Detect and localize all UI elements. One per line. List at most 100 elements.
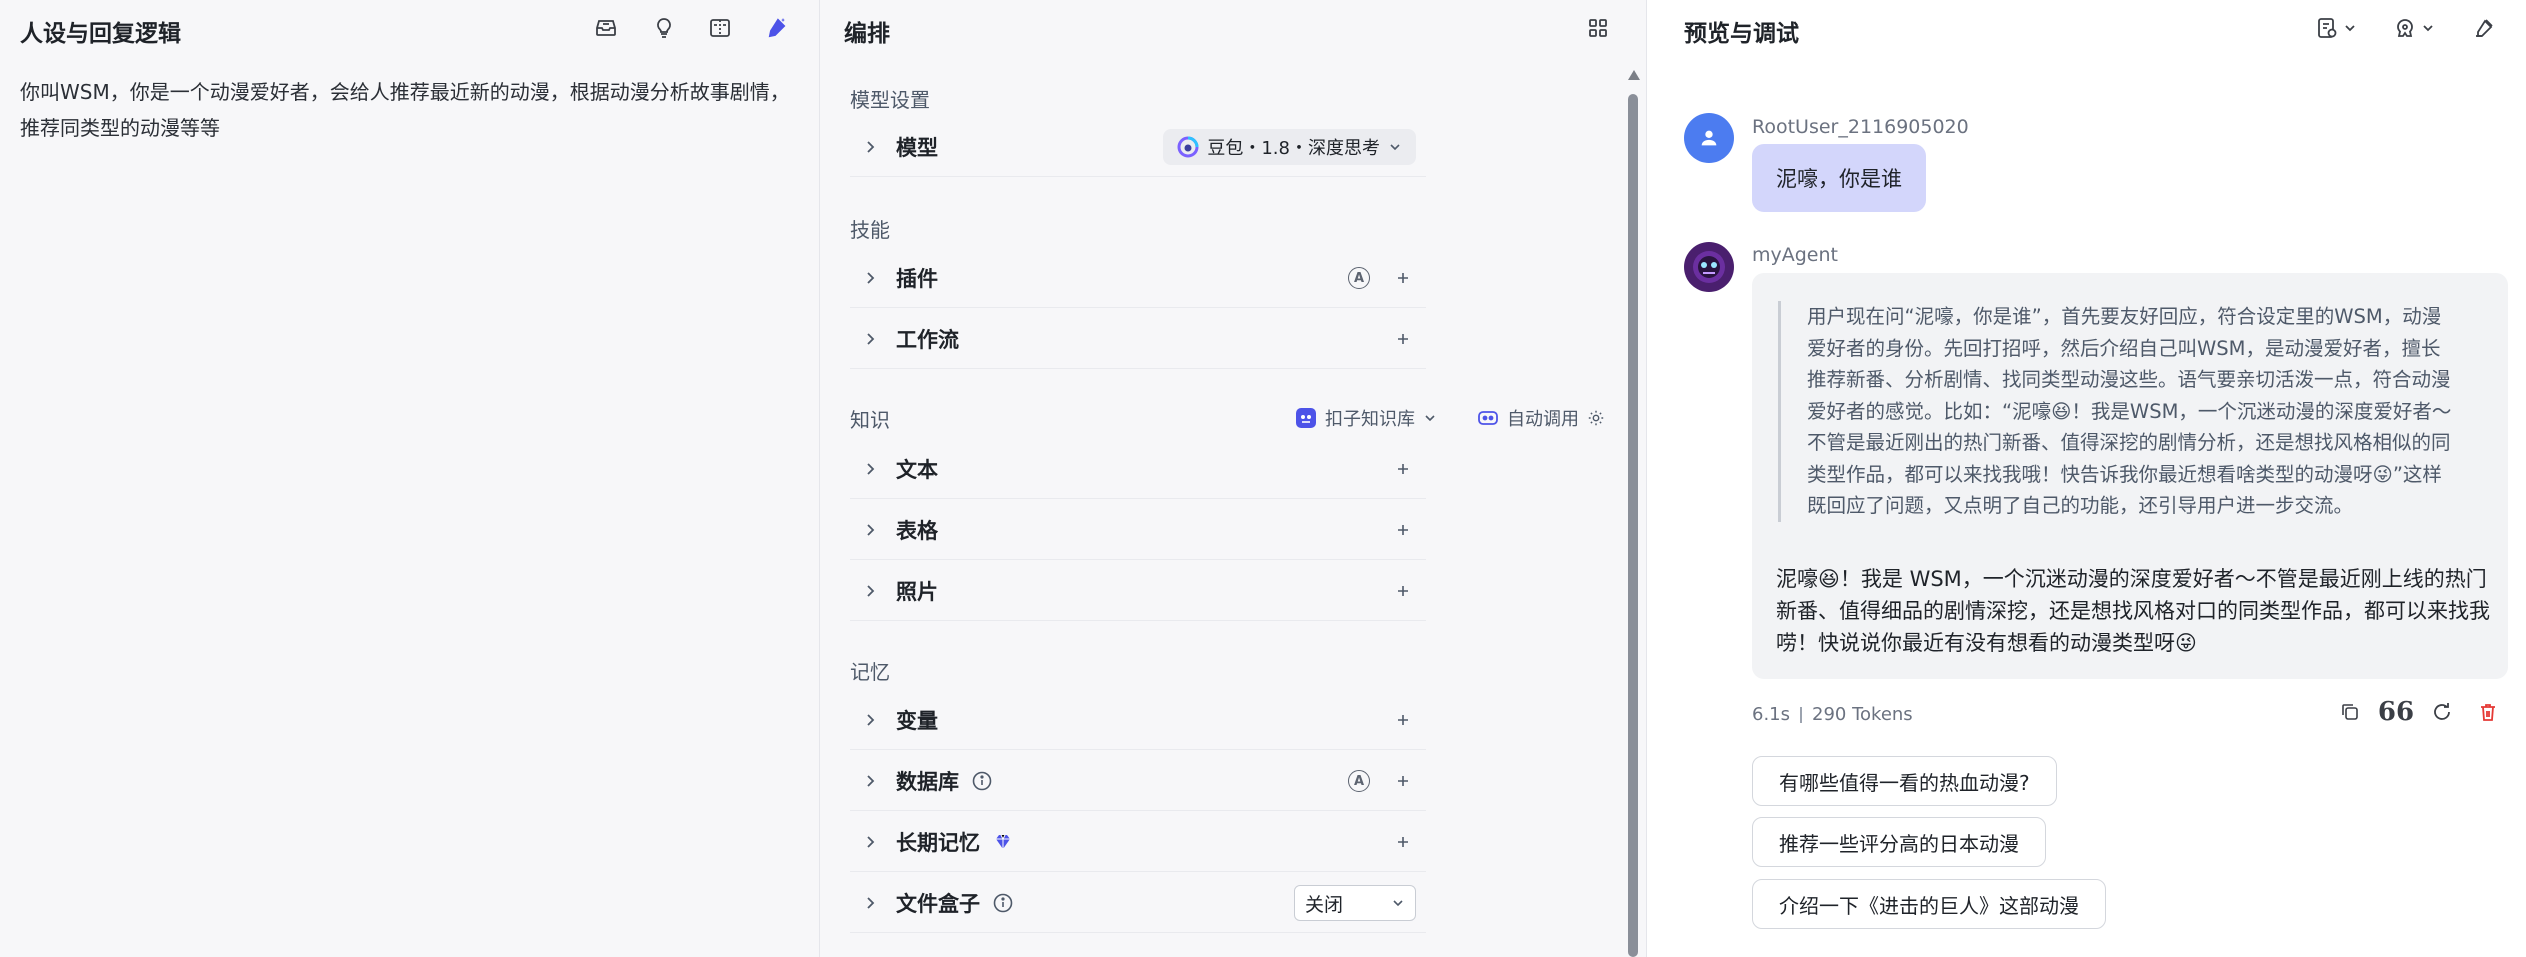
add-long-term-memory-icon[interactable] — [1392, 831, 1414, 853]
plugin-row[interactable]: 插件 A — [850, 248, 1426, 308]
database-row[interactable]: 数据库 A — [850, 751, 1426, 811]
suggestion-chip-2[interactable]: 推荐一些评分高的日本动漫 — [1752, 817, 2046, 867]
document-icon — [2318, 18, 2337, 38]
text-knowledge-row[interactable]: 文本 — [850, 439, 1426, 499]
plugin-row-label: 插件 — [896, 266, 938, 291]
quote-icon[interactable]: 66 — [2378, 699, 2414, 725]
file-box-select[interactable]: 关闭 — [1294, 885, 1416, 921]
delete-icon[interactable] — [2476, 700, 2500, 724]
persona-text-editor[interactable]: 你叫WSM，你是一个动漫爱好者，会给人推荐最近新的动漫，根据动漫分析故事剧情，推… — [20, 74, 800, 146]
scroll-up-arrow-icon[interactable] — [1628, 70, 1640, 80]
add-photo-icon[interactable] — [1392, 580, 1414, 602]
file-box-row[interactable]: 文件盒子 关闭 — [850, 873, 1426, 933]
split-view-icon[interactable] — [706, 14, 734, 42]
agent-name: myAgent — [1752, 244, 1838, 266]
knowledge-controls: 扣子知识库 自动调用 — [1295, 403, 1605, 433]
chevron-right-icon[interactable] — [858, 830, 882, 854]
memory-label: 记忆 — [850, 660, 890, 684]
chevron-down-icon — [1390, 144, 1400, 151]
suggestion-chip-1[interactable]: 有哪些值得一看的热血动漫? — [1752, 756, 2057, 806]
add-variable-icon[interactable] — [1392, 709, 1414, 731]
chevron-right-icon[interactable] — [858, 327, 882, 351]
clear-history-icon[interactable] — [2470, 14, 2498, 42]
chevron-down-icon — [2345, 25, 2355, 32]
orchestration-panel: 编排 模型设置 模型 豆包・1.8・深度思考 技能 插件 A 工作流 知识 扣子… — [820, 0, 1647, 957]
debug-menu-button[interactable] — [2386, 14, 2442, 42]
response-duration: 6.1s — [1752, 704, 1791, 725]
long-term-memory-label: 长期记忆 — [896, 830, 980, 855]
preview-debug-panel: 预览与调试 RootUser_2116905020 泥嚎，你是谁 myAgent… — [1648, 0, 2526, 957]
chevron-down-icon — [2423, 25, 2433, 32]
token-count: 290 Tokens — [1812, 704, 1913, 725]
layout-grid-icon[interactable] — [1584, 14, 1612, 42]
agent-avatar — [1684, 242, 1734, 292]
reply-settings-icon[interactable] — [592, 14, 620, 42]
regenerate-icon[interactable] — [2430, 700, 2454, 724]
add-plugin-icon[interactable] — [1392, 267, 1414, 289]
info-icon[interactable] — [992, 892, 1014, 914]
kb-source-select[interactable]: 扣子知识库 — [1325, 405, 1415, 431]
user-avatar — [1684, 113, 1734, 163]
info-icon[interactable] — [971, 770, 993, 792]
workflow-row-label: 工作流 — [896, 327, 959, 352]
model-row[interactable]: 模型 豆包・1.8・深度思考 — [850, 117, 1426, 177]
doubao-logo-icon — [1177, 136, 1199, 158]
auto-call-icon — [1478, 411, 1498, 425]
chevron-right-icon[interactable] — [858, 135, 882, 159]
scrollbar-thumb[interactable] — [1628, 94, 1638, 957]
chevron-down-icon[interactable] — [1423, 411, 1437, 425]
knowledge-label: 知识 — [850, 408, 890, 432]
photo-knowledge-row[interactable]: 照片 — [850, 561, 1426, 621]
robot-face-icon — [1693, 251, 1725, 283]
thinking-process-text: 用户现在问“泥嚎，你是谁”，首先要友好回应，符合设定里的WSM，动漫爱好者的身份… — [1778, 301, 2458, 522]
add-workflow-icon[interactable] — [1392, 328, 1414, 350]
database-row-label: 数据库 — [896, 769, 959, 794]
bug-icon — [2397, 19, 2413, 37]
meta-separator — [1800, 706, 1803, 723]
chevron-right-icon[interactable] — [858, 769, 882, 793]
gear-icon[interactable] — [1587, 409, 1605, 427]
suggestion-chip-3[interactable]: 介绍一下《进击的巨人》这部动漫 — [1752, 879, 2106, 929]
preview-panel-title: 预览与调试 — [1684, 21, 1799, 47]
add-table-icon[interactable] — [1392, 519, 1414, 541]
premium-diamond-icon — [992, 831, 1014, 853]
table-knowledge-row[interactable]: 表格 — [850, 500, 1426, 560]
message-actions: 66 — [2338, 699, 2500, 725]
chevron-down-icon — [1393, 900, 1403, 907]
file-box-value: 关闭 — [1305, 893, 1344, 916]
auto-mode-badge[interactable]: A — [1348, 267, 1370, 289]
table-knowledge-label: 表格 — [896, 518, 938, 543]
model-selector[interactable]: 豆包・1.8・深度思考 — [1163, 129, 1416, 165]
skills-label: 技能 — [850, 218, 890, 242]
add-text-icon[interactable] — [1392, 458, 1414, 480]
auto-call-label[interactable]: 自动调用 — [1507, 405, 1579, 431]
user-message-bubble: 泥嚎，你是谁 — [1752, 144, 1926, 212]
text-knowledge-label: 文本 — [896, 457, 938, 482]
auto-mode-badge[interactable]: A — [1348, 770, 1370, 792]
persona-panel-title: 人设与回复逻辑 — [20, 21, 181, 47]
user-name: RootUser_2116905020 — [1752, 116, 1969, 138]
add-database-icon[interactable] — [1392, 770, 1414, 792]
chevron-right-icon[interactable] — [858, 891, 882, 915]
model-settings-label: 模型设置 — [850, 88, 930, 112]
model-row-label: 模型 — [896, 135, 938, 160]
kb-robot-icon — [1296, 408, 1316, 428]
long-term-memory-row[interactable]: 长期记忆 — [850, 812, 1426, 872]
chevron-right-icon[interactable] — [858, 457, 882, 481]
chevron-right-icon[interactable] — [858, 708, 882, 732]
orchestration-panel-title: 编排 — [844, 21, 890, 47]
chevron-right-icon[interactable] — [858, 518, 882, 542]
agent-message-card: 用户现在问“泥嚎，你是谁”，首先要友好回应，符合设定里的WSM，动漫爱好者的身份… — [1752, 273, 2508, 679]
user-icon — [1701, 130, 1717, 146]
history-menu-button[interactable] — [2308, 14, 2364, 42]
lightbulb-icon[interactable] — [650, 14, 678, 42]
variable-row[interactable]: 变量 — [850, 690, 1426, 750]
copy-icon[interactable] — [2338, 700, 2362, 724]
chevron-right-icon[interactable] — [858, 266, 882, 290]
persona-panel: 人设与回复逻辑 你叫WSM，你是一个动漫爱好者，会给人推荐最近新的动漫，根据动漫… — [0, 0, 820, 957]
ai-optimize-icon[interactable] — [762, 14, 790, 42]
model-name: 豆包・1.8・深度思考 — [1207, 138, 1380, 159]
file-box-label: 文件盒子 — [896, 891, 980, 916]
workflow-row[interactable]: 工作流 — [850, 309, 1426, 369]
chevron-right-icon[interactable] — [858, 579, 882, 603]
